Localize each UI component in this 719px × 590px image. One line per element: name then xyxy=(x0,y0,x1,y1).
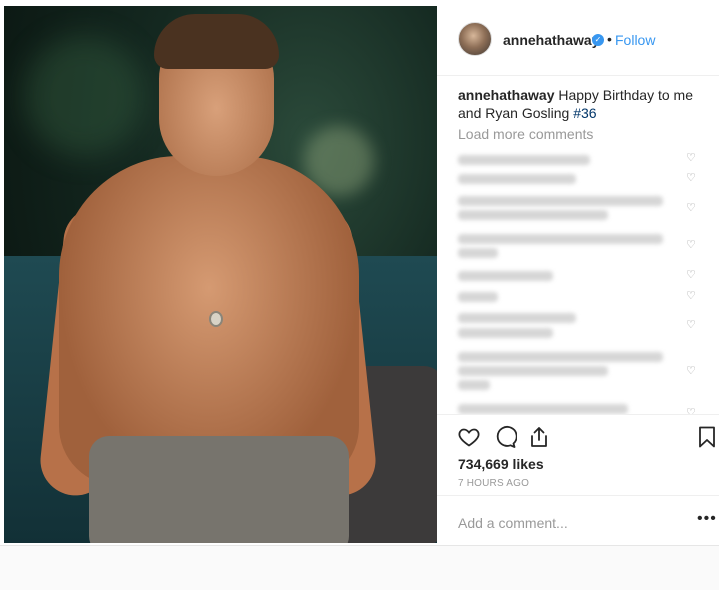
like-comment-icon[interactable]: ♡ xyxy=(686,406,696,414)
post-timestamp[interactable]: 7 HOURS AGO xyxy=(458,478,529,489)
header-separator: • xyxy=(607,31,612,47)
username-link[interactable]: annehathaway xyxy=(503,32,599,48)
like-heart-icon[interactable] xyxy=(457,425,481,449)
like-comment-icon[interactable]: ♡ xyxy=(686,268,696,281)
post-header: annehathaway ✓ • Follow xyxy=(437,0,719,76)
like-comment-icon[interactable]: ♡ xyxy=(686,238,696,251)
more-options-icon[interactable]: ••• xyxy=(697,510,717,528)
blurred-comment xyxy=(458,248,498,258)
blurred-comment xyxy=(458,196,663,206)
blurred-comment xyxy=(458,271,553,281)
hair xyxy=(154,14,279,69)
comment-bubble-icon[interactable] xyxy=(493,425,517,449)
blurred-comment xyxy=(458,174,576,184)
blurred-comment xyxy=(458,352,663,362)
necklace-pendant xyxy=(209,311,223,327)
instagram-post: annehathaway ✓ • Follow annehathaway Hap… xyxy=(0,0,719,546)
share-icon[interactable] xyxy=(527,425,551,449)
verified-badge-icon: ✓ xyxy=(592,34,604,46)
blurred-comment xyxy=(458,313,576,323)
caption-username[interactable]: annehathaway xyxy=(458,87,554,103)
blurred-comment xyxy=(458,380,490,390)
like-comment-icon[interactable]: ♡ xyxy=(686,289,696,302)
likes-count[interactable]: 734,669 likes xyxy=(458,456,544,472)
pants xyxy=(89,436,349,543)
blurred-comment xyxy=(458,234,663,244)
load-more-comments-button[interactable]: Load more comments xyxy=(458,126,593,142)
add-comment-bar: ••• xyxy=(437,495,719,547)
like-comment-icon[interactable]: ♡ xyxy=(686,171,696,184)
like-comment-icon[interactable]: ♡ xyxy=(686,151,696,164)
follow-button[interactable]: Follow xyxy=(615,32,655,48)
like-comment-icon[interactable]: ♡ xyxy=(686,364,696,377)
background-bokeh xyxy=(24,36,144,156)
post-sidebar: annehathaway ✓ • Follow annehathaway Hap… xyxy=(437,0,719,546)
blurred-comment xyxy=(458,404,628,414)
blurred-comment xyxy=(458,292,498,302)
bookmark-save-icon[interactable] xyxy=(695,425,719,449)
avatar[interactable] xyxy=(458,22,492,56)
post-photo[interactable] xyxy=(4,6,437,543)
post-actions: 734,669 likes 7 HOURS AGO ••• xyxy=(437,414,719,546)
caption: annehathaway Happy Birthday to me and Ry… xyxy=(458,86,703,122)
blurred-comment xyxy=(458,328,553,338)
add-comment-input[interactable] xyxy=(458,514,678,532)
like-comment-icon[interactable]: ♡ xyxy=(686,318,696,331)
comments-section[interactable]: annehathaway Happy Birthday to me and Ry… xyxy=(437,76,719,414)
like-comment-icon[interactable]: ♡ xyxy=(686,201,696,214)
caption-hashtag[interactable]: #36 xyxy=(573,105,596,121)
blurred-comment xyxy=(458,366,608,376)
blurred-comment xyxy=(458,210,608,220)
blurred-comment xyxy=(458,155,590,165)
